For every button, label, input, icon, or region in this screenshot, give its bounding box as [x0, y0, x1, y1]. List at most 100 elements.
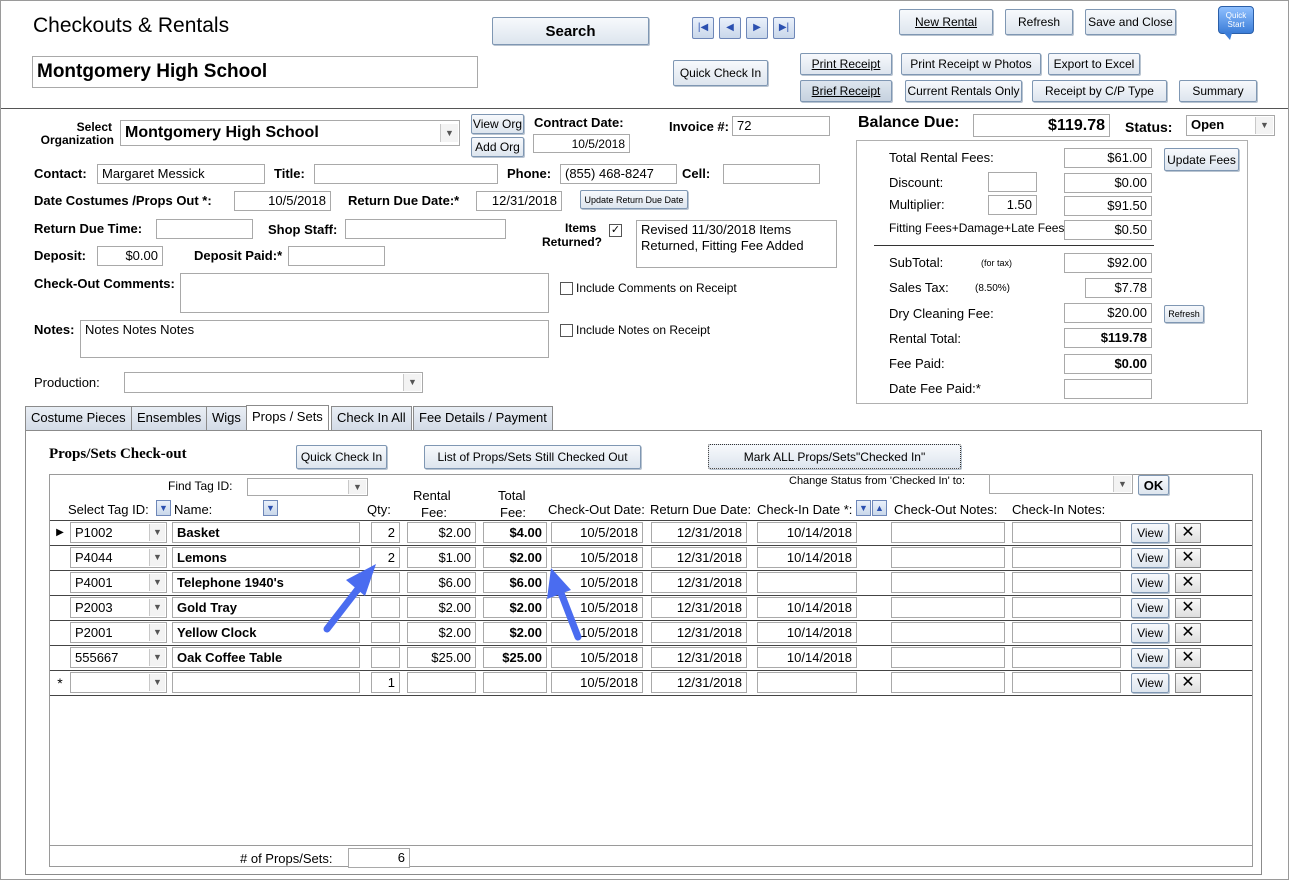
cell-ci[interactable] — [1012, 547, 1121, 568]
save-close-button[interactable]: Save and Close — [1085, 9, 1176, 35]
cell-out[interactable]: 10/5/2018 — [551, 547, 643, 568]
chevron-down-icon[interactable]: ▼ — [440, 124, 458, 142]
quick-start-icon[interactable]: Quick Start — [1218, 6, 1254, 34]
chevron-down-icon[interactable]: ▼ — [149, 524, 165, 541]
cell-qty[interactable] — [371, 597, 400, 618]
row-selector[interactable] — [50, 596, 70, 620]
new-rental-button[interactable]: New Rental — [899, 9, 993, 35]
cell-in[interactable]: 10/14/2018 — [757, 547, 857, 568]
cell-tag[interactable]: P4044 ▼ — [70, 547, 167, 568]
view-row-button[interactable]: View — [1131, 548, 1169, 568]
cell-out[interactable]: 10/5/2018 — [551, 622, 643, 643]
include-comments-checkbox[interactable] — [560, 282, 573, 295]
cell-total[interactable]: $2.00 — [483, 597, 547, 618]
view-row-button[interactable]: View — [1131, 623, 1169, 643]
cell-name[interactable]: Basket — [172, 522, 360, 543]
row-selector[interactable] — [50, 621, 70, 645]
first-record-icon[interactable]: |◀ — [692, 17, 714, 39]
cell-tag[interactable]: 555667 ▼ — [70, 647, 167, 668]
production-select[interactable]: ▼ — [124, 372, 423, 393]
cell-ci[interactable] — [1012, 597, 1121, 618]
checkout-comments-field[interactable] — [180, 273, 549, 313]
view-org-button[interactable]: View Org — [471, 114, 524, 134]
sort-down-icon[interactable]: ▼ — [856, 500, 871, 516]
row-selector[interactable] — [50, 646, 70, 670]
cell-in[interactable]: 10/14/2018 — [757, 647, 857, 668]
brief-receipt-button[interactable]: Brief Receipt — [800, 80, 892, 102]
chevron-down-icon[interactable]: ▼ — [149, 624, 165, 641]
cell-name[interactable]: Oak Coffee Table — [172, 647, 360, 668]
cell-co[interactable] — [891, 597, 1005, 618]
print-receipt-photos-button[interactable]: Print Receipt w Photos — [901, 53, 1041, 75]
ok-button[interactable]: OK — [1138, 475, 1169, 495]
chevron-down-icon[interactable]: ▼ — [149, 574, 165, 591]
cell-out[interactable]: 10/5/2018 — [551, 597, 643, 618]
still-checked-out-button[interactable]: List of Props/Sets Still Checked Out — [424, 445, 641, 469]
cell-rental[interactable]: $2.00 — [407, 597, 476, 618]
delete-row-icon[interactable]: ✕ — [1175, 648, 1201, 668]
view-row-button[interactable]: View — [1131, 573, 1169, 593]
row-selector[interactable]: ▶ — [50, 521, 70, 545]
refresh-fees-button[interactable]: Refresh — [1164, 305, 1204, 323]
cell-in[interactable]: 10/14/2018 — [757, 622, 857, 643]
include-notes-checkbox[interactable] — [560, 324, 573, 337]
cell-due[interactable]: 12/31/2018 — [651, 597, 747, 618]
current-rentals-button[interactable]: Current Rentals Only — [905, 80, 1022, 102]
delete-row-icon[interactable]: ✕ — [1175, 598, 1201, 618]
organization-select[interactable]: Montgomery High School ▼ — [120, 120, 460, 146]
cell-due[interactable]: 12/31/2018 — [651, 522, 747, 543]
cell-name[interactable] — [172, 672, 360, 693]
cell-name[interactable]: Lemons — [172, 547, 360, 568]
cell-out[interactable]: 10/5/2018 — [551, 672, 643, 693]
chevron-down-icon[interactable]: ▼ — [149, 599, 165, 616]
summary-button[interactable]: Summary — [1179, 80, 1257, 102]
cell-co[interactable] — [891, 547, 1005, 568]
sort-down-icon[interactable]: ▼ — [263, 500, 278, 516]
cell-in[interactable]: 10/14/2018 — [757, 597, 857, 618]
cell-tag[interactable]: P2001 ▼ — [70, 622, 167, 643]
return-due-field[interactable]: 12/31/2018 — [476, 191, 562, 211]
chevron-down-icon[interactable]: ▼ — [348, 480, 366, 494]
cell-in[interactable] — [757, 572, 857, 593]
cell-total[interactable] — [483, 672, 547, 693]
view-row-button[interactable]: View — [1131, 598, 1169, 618]
multiplier-input[interactable]: 1.50 — [988, 195, 1037, 215]
cell-out[interactable]: 10/5/2018 — [551, 522, 643, 543]
print-receipt-button[interactable]: Print Receipt — [800, 53, 892, 75]
view-row-button[interactable]: View — [1131, 648, 1169, 668]
contact-field[interactable]: Margaret Messick — [97, 164, 265, 184]
cell-rental[interactable]: $2.00 — [407, 622, 476, 643]
delete-row-icon[interactable]: ✕ — [1175, 623, 1201, 643]
cell-total[interactable]: $2.00 — [483, 547, 547, 568]
delete-row-icon[interactable]: ✕ — [1175, 548, 1201, 568]
receipt-cp-type-button[interactable]: Receipt by C/P Type — [1032, 80, 1167, 102]
cell-ci[interactable] — [1012, 622, 1121, 643]
cell-name[interactable]: Telephone 1940's — [172, 572, 360, 593]
cell-ci[interactable] — [1012, 647, 1121, 668]
notes-field[interactable]: Notes Notes Notes — [80, 320, 549, 358]
export-excel-button[interactable]: Export to Excel — [1048, 53, 1140, 75]
view-row-button[interactable]: View — [1131, 673, 1169, 693]
cell-name[interactable]: Yellow Clock — [172, 622, 360, 643]
cell-ci[interactable] — [1012, 672, 1121, 693]
props-quick-check-in-button[interactable]: Quick Check In — [296, 445, 387, 469]
cell-due[interactable]: 12/31/2018 — [651, 572, 747, 593]
cell-qty[interactable]: 2 — [371, 522, 400, 543]
cell-out[interactable]: 10/5/2018 — [551, 572, 643, 593]
discount-input[interactable] — [988, 172, 1037, 192]
sort-down-icon[interactable]: ▼ — [156, 500, 171, 516]
chevron-down-icon[interactable]: ▼ — [149, 649, 165, 666]
cell-qty[interactable]: 1 — [371, 672, 400, 693]
tab-wigs[interactable]: Wigs — [206, 406, 247, 430]
cell-co[interactable] — [891, 647, 1005, 668]
tab-fee-details-payment[interactable]: Fee Details / Payment — [413, 406, 553, 430]
delete-row-icon[interactable]: ✕ — [1175, 573, 1201, 593]
quick-check-in-header-button[interactable]: Quick Check In — [673, 60, 768, 86]
update-return-due-button[interactable]: Update Return Due Date — [580, 190, 688, 209]
contract-date-field[interactable]: 10/5/2018 — [533, 134, 630, 153]
cell-tag[interactable]: ▼ — [70, 672, 167, 693]
return-time-field[interactable] — [156, 219, 253, 239]
cell-rental[interactable] — [407, 672, 476, 693]
chevron-down-icon[interactable]: ▼ — [1113, 476, 1131, 492]
search-button[interactable]: Search — [492, 17, 649, 45]
